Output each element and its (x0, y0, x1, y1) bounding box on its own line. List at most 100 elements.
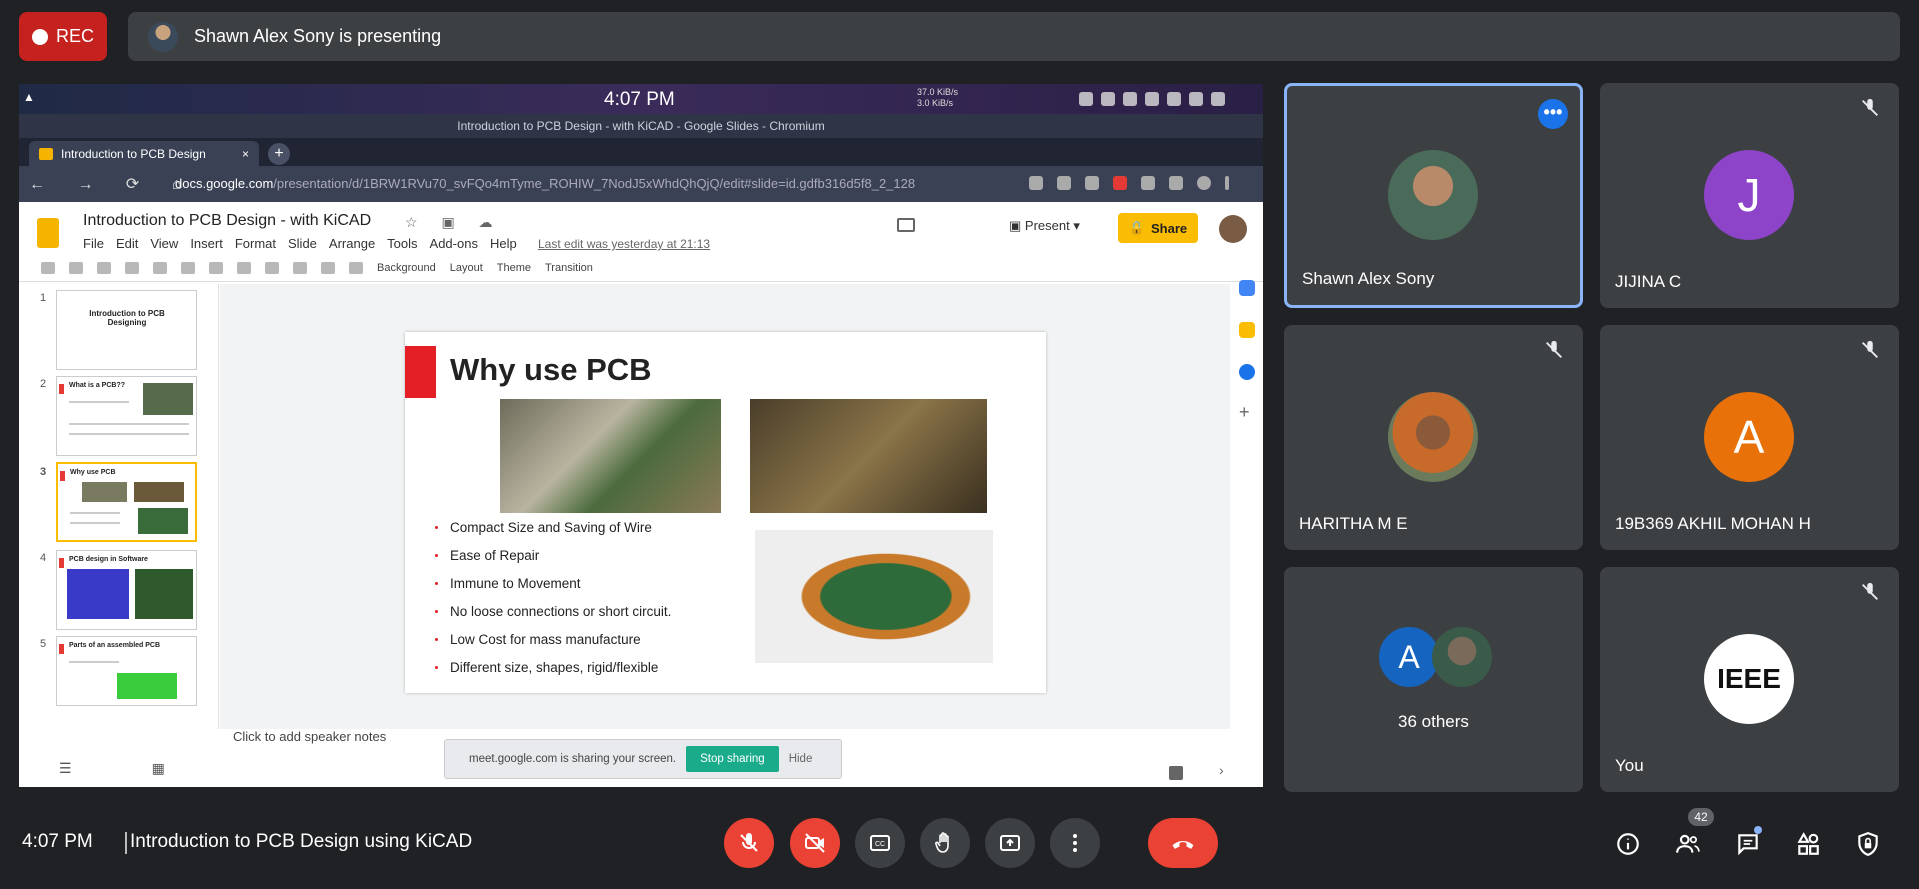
new-tab-button[interactable]: + (268, 143, 290, 165)
bullet-text: Different size, shapes, rigid/flexible (450, 659, 659, 675)
line-icon[interactable] (321, 261, 335, 274)
participant-tile[interactable]: ••• Shawn Alex Sony (1284, 83, 1583, 308)
more-options-button[interactable] (1050, 818, 1100, 868)
mic-off-icon (1859, 339, 1881, 361)
captions-button[interactable]: CC (855, 818, 905, 868)
divider (125, 832, 127, 854)
activities-icon (1797, 832, 1819, 855)
people-button[interactable] (1674, 830, 1702, 858)
print-icon[interactable] (125, 261, 139, 274)
menu-addons[interactable]: Add-ons (430, 236, 478, 251)
slide-title: Why use PCB (450, 352, 652, 387)
last-edit-link[interactable]: Last edit was yesterday at 21:13 (538, 237, 710, 251)
slide-thumbnail-1[interactable]: Introduction to PCB Designing (56, 290, 197, 370)
participant-tile[interactable]: J JIJINA C (1600, 83, 1899, 308)
breadboard-image (500, 399, 721, 513)
participant-tile[interactable]: A 19B369 AKHIL MOHAN H (1600, 325, 1899, 550)
menu-edit[interactable]: Edit (116, 236, 138, 251)
extension-icon[interactable] (1085, 176, 1099, 190)
document-title[interactable]: Introduction to PCB Design - with KiCAD (83, 212, 371, 230)
menu-tools[interactable]: Tools (387, 236, 417, 251)
list-view-icon[interactable]: ☰ (59, 760, 152, 776)
comment-icon[interactable] (897, 218, 915, 232)
stop-sharing-button[interactable]: Stop sharing (686, 746, 779, 772)
star-icon[interactable] (1029, 176, 1043, 190)
present-button[interactable]: ▣ Present ▾ (1009, 218, 1080, 234)
activities-button[interactable] (1794, 830, 1822, 858)
slides-logo-icon[interactable] (37, 218, 59, 248)
menu-arrange[interactable]: Arrange (329, 236, 375, 251)
title-icons[interactable]: ☆ ▣ ☁ (405, 214, 503, 231)
slide-thumbnail-3[interactable]: Why use PCB (56, 462, 197, 542)
record-extension-icon[interactable] (1113, 176, 1127, 190)
bullet-dot (435, 637, 438, 641)
new-slide-icon[interactable] (41, 261, 55, 274)
textbox-icon[interactable] (237, 261, 251, 274)
participant-tile[interactable]: HARITHA M E (1284, 325, 1583, 550)
participant-name: You (1615, 756, 1644, 775)
current-slide[interactable]: Why use PCB Compact Size and Saving of W… (405, 332, 1046, 693)
raise-hand-button[interactable] (920, 818, 970, 868)
url-field[interactable]: docs.google.com/presentation/d/1BRW1RVu7… (175, 176, 915, 191)
expand-panel-icon[interactable]: › (1219, 762, 1224, 778)
thumb-accent (60, 471, 65, 481)
grid-view-icon[interactable]: ▦ (152, 760, 245, 776)
theme-button[interactable]: Theme (497, 262, 531, 274)
tab-close-icon[interactable]: × (242, 147, 249, 161)
system-top-bar: ▲ 4:07 PM 37.0 KiB/s 3.0 KiB/s (19, 84, 1263, 114)
menu-slide[interactable]: Slide (288, 236, 317, 251)
captions-icon: CC (870, 835, 890, 851)
profile-icon[interactable] (1197, 176, 1211, 190)
comment-add-icon[interactable] (349, 261, 363, 274)
slide-thumbnail-2[interactable]: What is a PCB?? (56, 376, 197, 456)
extension-icon[interactable] (1141, 176, 1155, 190)
present-now-button[interactable] (985, 818, 1035, 868)
menu-format[interactable]: Format (235, 236, 276, 251)
puzzle-icon[interactable] (1169, 176, 1183, 190)
meeting-details-button[interactable] (1614, 830, 1642, 858)
speaker-notes[interactable]: Click to add speaker notes (233, 729, 386, 744)
bullet-item: Ease of Repair (435, 541, 671, 569)
add-addon-icon[interactable]: + (1239, 402, 1250, 423)
menu-help[interactable]: Help (490, 236, 517, 251)
hide-button[interactable]: Hide (789, 753, 813, 765)
paint-format-icon[interactable] (153, 261, 167, 274)
shape-icon[interactable] (293, 261, 307, 274)
layout-button[interactable]: Layout (450, 262, 483, 274)
extension-icon[interactable] (1057, 176, 1071, 190)
calendar-icon[interactable] (1239, 280, 1255, 296)
explore-icon[interactable] (1169, 766, 1183, 780)
host-controls-button[interactable] (1854, 830, 1882, 858)
select-icon[interactable] (209, 261, 223, 274)
more-options-button[interactable]: ••• (1538, 99, 1568, 129)
zoom-icon[interactable] (181, 261, 195, 274)
share-button[interactable]: 🔒 Share (1118, 213, 1198, 243)
chat-button[interactable] (1734, 830, 1762, 858)
thumb-text-line (69, 401, 129, 403)
keep-icon[interactable] (1239, 322, 1255, 338)
others-tile[interactable]: A 36 others (1284, 567, 1583, 792)
nav-buttons[interactable]: ← → ⟳ ⌂ (29, 174, 195, 194)
mic-toggle-button[interactable] (724, 818, 774, 868)
flex-pcb-image (755, 530, 993, 663)
slide-thumbnail-5[interactable]: Parts of an assembled PCB (56, 636, 197, 706)
undo-icon[interactable] (69, 261, 83, 274)
browser-tab[interactable]: Introduction to PCB Design × (29, 141, 259, 166)
camera-toggle-button[interactable] (790, 818, 840, 868)
account-avatar[interactable] (1219, 215, 1247, 243)
menu-view[interactable]: View (150, 236, 178, 251)
url-path: /presentation/d/1BRW1RVu70_svFQo4mTyme_R… (273, 176, 916, 191)
slide-thumbnail-4[interactable]: PCB design in Software (56, 550, 197, 630)
background-button[interactable]: Background (377, 262, 436, 274)
kebab-menu-icon[interactable] (1225, 176, 1229, 190)
end-call-button[interactable] (1148, 818, 1218, 868)
menu-file[interactable]: File (83, 236, 104, 251)
redo-icon[interactable] (97, 261, 111, 274)
thumb-text-line (69, 423, 189, 425)
self-tile[interactable]: IEEE You (1600, 567, 1899, 792)
recording-indicator[interactable]: REC (19, 12, 107, 61)
transition-button[interactable]: Transition (545, 262, 593, 274)
menu-insert[interactable]: Insert (190, 236, 223, 251)
image-icon[interactable] (265, 261, 279, 274)
tasks-icon[interactable] (1239, 364, 1255, 380)
